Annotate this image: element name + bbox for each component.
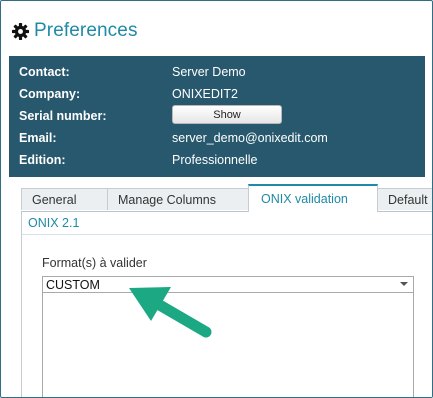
contact-label: Contact:	[19, 65, 70, 79]
preferences-tabs: General Manage Columns ONIX validation D…	[21, 184, 432, 397]
contact-value: Server Demo	[172, 65, 246, 79]
license-info-panel: Contact: Server Demo Company: ONIXEDIT2 …	[9, 56, 425, 177]
format-label: Format(s) à valider	[42, 256, 147, 270]
title-bar: Preferences	[11, 18, 138, 44]
onix-validation-panel: ONIX 2.1 Format(s) à valider CUSTOM	[21, 212, 432, 397]
format-select[interactable]: CUSTOM	[42, 276, 414, 293]
section-divider	[22, 234, 432, 235]
tab-strip: General Manage Columns ONIX validation D…	[21, 184, 432, 212]
serial-label: Serial number:	[19, 109, 107, 123]
email-value: server_demo@onixedit.com	[172, 131, 328, 145]
chevron-down-icon[interactable]	[400, 282, 408, 286]
page-title: Preferences	[34, 20, 138, 41]
company-value: ONIXEDIT2	[172, 87, 238, 101]
tab-onix-validation[interactable]: ONIX validation	[248, 184, 378, 212]
edition-value: Professionnelle	[172, 153, 258, 167]
preferences-window: Preferences Contact: Server Demo Company…	[0, 0, 433, 398]
company-label: Company:	[19, 87, 81, 101]
tab-manage-columns[interactable]: Manage Columns	[107, 188, 249, 210]
email-label: Email:	[19, 131, 57, 145]
tab-default[interactable]: Default	[377, 188, 432, 210]
show-serial-button[interactable]: Show	[172, 105, 282, 124]
gear-icon	[11, 22, 30, 41]
format-list[interactable]	[42, 293, 414, 397]
edition-label: Edition:	[19, 153, 66, 167]
format-select-value: CUSTOM	[46, 278, 100, 292]
tab-general[interactable]: General	[21, 188, 108, 210]
section-title: ONIX 2.1	[28, 216, 80, 230]
